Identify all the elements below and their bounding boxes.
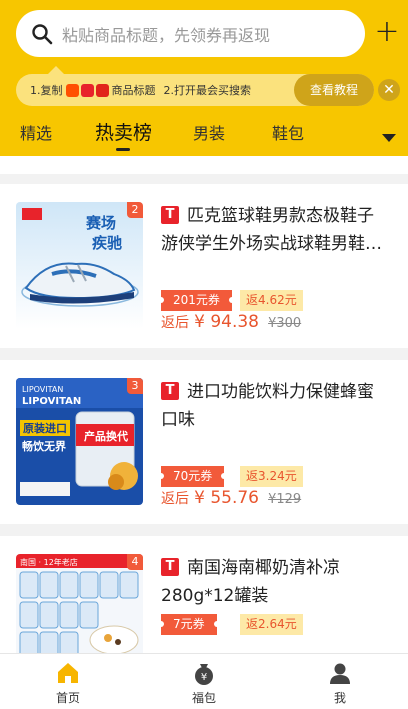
tip-step1: 1.复制: [30, 84, 63, 97]
svg-text:疾驰: 疾驰: [92, 234, 122, 252]
coupon-tag: 201元券: [158, 290, 235, 311]
tip-step2: 2.打开最会买搜索: [163, 84, 252, 97]
rank-badge: 3: [127, 378, 143, 394]
home-icon: [55, 660, 81, 686]
rebate-tag: 返4.62元: [240, 290, 303, 311]
product-image-drink: LIPOVITAN LIPOVITAN 原装进口 畅饮无界 产品换代 3: [16, 378, 143, 505]
svg-text:¥: ¥: [201, 672, 207, 683]
price-row: 返后 ¥ 55.76 ¥129: [161, 488, 301, 508]
view-tutorial-button[interactable]: 查看教程: [294, 74, 374, 106]
nav-home-label: 首页: [55, 691, 80, 705]
price-label: 返后: [161, 491, 189, 507]
product-card[interactable]: 赛场 疾驰 2 T 匹克篮球鞋男款态极鞋子 游侠学生外场实战球鞋男鞋… 201元…: [0, 184, 408, 348]
product-card[interactable]: 南国 · 12年老店 4 T 南国海南椰奶清补凉 280g*12罐装 7元券 返…: [0, 536, 408, 653]
tab-menswear[interactable]: 男装: [193, 120, 225, 144]
product-title: 南国海南椰奶清补凉: [187, 558, 340, 578]
nav-fubao[interactable]: ¥ 福包: [136, 654, 272, 709]
nav-me[interactable]: 我: [272, 654, 408, 709]
bottom-nav: 首页 ¥ 福包 我: [0, 653, 408, 709]
original-price: ¥129: [268, 492, 302, 507]
svg-text:LIPOVITAN: LIPOVITAN: [22, 385, 63, 394]
svg-text:LIPOVITAN: LIPOVITAN: [22, 396, 81, 407]
price-value: ¥ 55.76: [194, 488, 259, 508]
rebate-tag: 返2.64元: [240, 614, 303, 635]
nav-me-label: 我: [333, 691, 346, 705]
tip-step1-suffix: 商品标题: [111, 84, 156, 97]
tab-shoes-bags[interactable]: 鞋包: [272, 120, 304, 144]
coupon-tag: 7元券: [158, 614, 220, 635]
chevron-down-icon[interactable]: [382, 134, 396, 142]
tabs-fade: [330, 112, 370, 156]
header-bar: 粘贴商品标题，先领券再返现 + 1.复制 商品标题 2.打开最会买搜索 查看教程…: [0, 0, 408, 156]
svg-text:南国 · 12年老店: 南国 · 12年老店: [20, 557, 78, 567]
product-title-line2: 280g*12罐装: [161, 586, 269, 606]
search-placeholder: 粘贴商品标题，先领券再返现: [62, 25, 271, 45]
tutorial-tip: 1.复制 商品标题 2.打开最会买搜索 查看教程: [16, 74, 374, 106]
app-logos: [65, 83, 109, 97]
nav-fubao-label: 福包: [191, 691, 216, 705]
rank-badge: 4: [127, 554, 143, 570]
svg-text:赛场: 赛场: [85, 214, 116, 232]
product-image-shoe: 赛场 疾驰 2: [16, 202, 143, 329]
svg-text:产品换代: 产品换代: [84, 429, 128, 443]
product-title: 匹克篮球鞋男款态极鞋子: [187, 206, 374, 226]
previous-card-edge: [0, 156, 408, 174]
search-bar[interactable]: 粘贴商品标题，先领券再返现: [16, 10, 365, 57]
tip-caret: [48, 66, 64, 74]
money-bag-icon: ¥: [191, 660, 217, 686]
search-icon: [30, 22, 54, 46]
product-title-line2: 口味: [161, 410, 195, 430]
svg-text:原装进口: 原装进口: [23, 421, 67, 435]
price-row: 返后 ¥ 94.38 ¥300: [161, 312, 301, 332]
rank-badge: 2: [127, 202, 143, 218]
original-price: ¥300: [268, 316, 302, 331]
tab-hot-list[interactable]: 热卖榜: [95, 118, 152, 145]
nav-home[interactable]: 首页: [0, 654, 136, 709]
category-tabs: 精选 热卖榜 男装 鞋包: [0, 112, 408, 156]
product-title: 进口功能饮料力保健蜂蜜: [187, 382, 374, 402]
plus-icon[interactable]: +: [374, 14, 400, 50]
active-tab-indicator: [116, 148, 130, 151]
price-label: 返后: [161, 315, 189, 331]
person-icon: [327, 660, 353, 686]
product-list[interactable]: 赛场 疾驰 2 T 匹克篮球鞋男款态极鞋子 游侠学生外场实战球鞋男鞋… 201元…: [0, 156, 408, 653]
svg-text:畅饮无界: 畅饮无界: [22, 439, 66, 453]
close-icon[interactable]: ✕: [378, 79, 400, 101]
price-value: ¥ 94.38: [194, 312, 259, 332]
product-title-line2: 游侠学生外场实战球鞋男鞋…: [161, 234, 382, 254]
coupon-tag: 70元券: [157, 466, 228, 487]
rebate-tag: 返3.24元: [240, 466, 303, 487]
product-card[interactable]: LIPOVITAN LIPOVITAN 原装进口 畅饮无界 产品换代 3 T 进…: [0, 360, 408, 524]
taobao-app-icon: [65, 83, 79, 97]
product-image-coconut-milk: 南国 · 12年老店 4: [16, 554, 143, 653]
tmall-app-icon: [80, 83, 94, 97]
tab-jingxuan[interactable]: 精选: [20, 120, 52, 144]
jd-app-icon: [95, 83, 109, 97]
